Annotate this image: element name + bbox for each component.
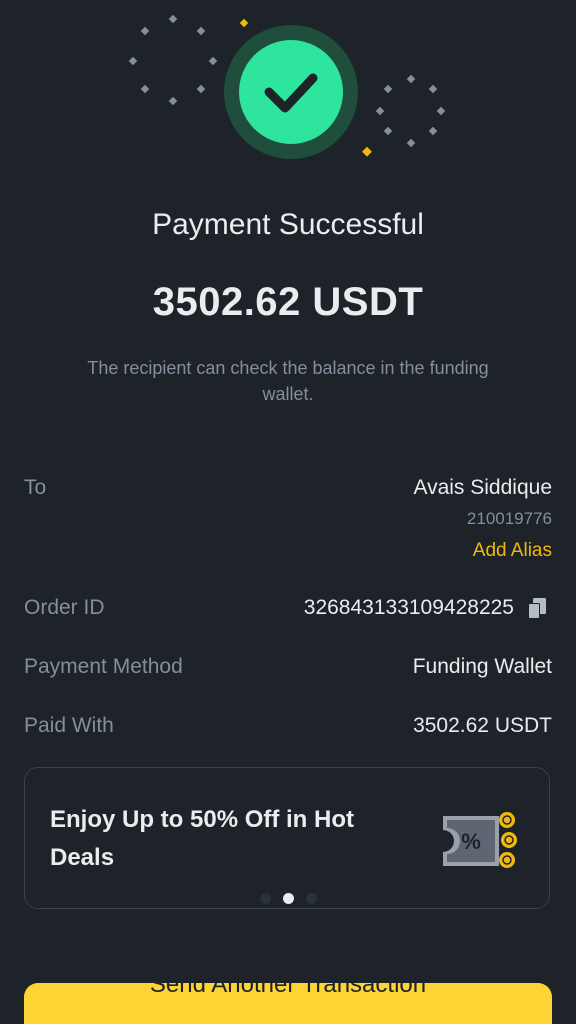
promo-banner-text: Enjoy Up to 50% Off in Hot Deals [50, 806, 354, 871]
page-title: Payment Successful [152, 208, 424, 241]
confetti-check-graphic [128, 14, 446, 159]
svg-text:%: % [461, 829, 481, 854]
payment-method-label: Payment Method [24, 655, 183, 678]
order-id-label: Order ID [24, 596, 105, 619]
order-id-value: 326843133109428225 [303, 596, 514, 619]
send-another-transaction-label: Send Another Transaction [149, 971, 427, 998]
paid-with-value: 3502.62 USDT [413, 714, 552, 737]
recipient-name: Avais Siddique [413, 476, 552, 499]
success-illustration [0, 0, 576, 200]
payment-amount: 3502.62 USDT [152, 280, 424, 324]
payment-method-value: Funding Wallet [412, 655, 552, 678]
payment-success-screen: Payment Successful 3502.62 USDT The reci… [0, 0, 576, 1024]
carousel-dot[interactable] [259, 893, 271, 904]
paid-with-label: Paid With [24, 714, 114, 737]
success-subtitle: The recipient can check the balance in t… [87, 358, 489, 404]
to-label: To [24, 476, 47, 499]
recipient-uid: 210019776 [466, 509, 552, 528]
carousel-indicator [25, 893, 551, 904]
carousel-dot[interactable] [305, 893, 317, 904]
coupon-coins-icon: % [443, 812, 517, 868]
send-another-transaction-button[interactable]: Send Another Transaction [24, 971, 552, 1024]
carousel-dot-active[interactable] [282, 893, 294, 904]
copy-icon[interactable] [526, 597, 548, 621]
add-alias-link[interactable]: Add Alias [473, 540, 552, 562]
promo-banner[interactable]: Enjoy Up to 50% Off in Hot Deals % [24, 767, 550, 909]
